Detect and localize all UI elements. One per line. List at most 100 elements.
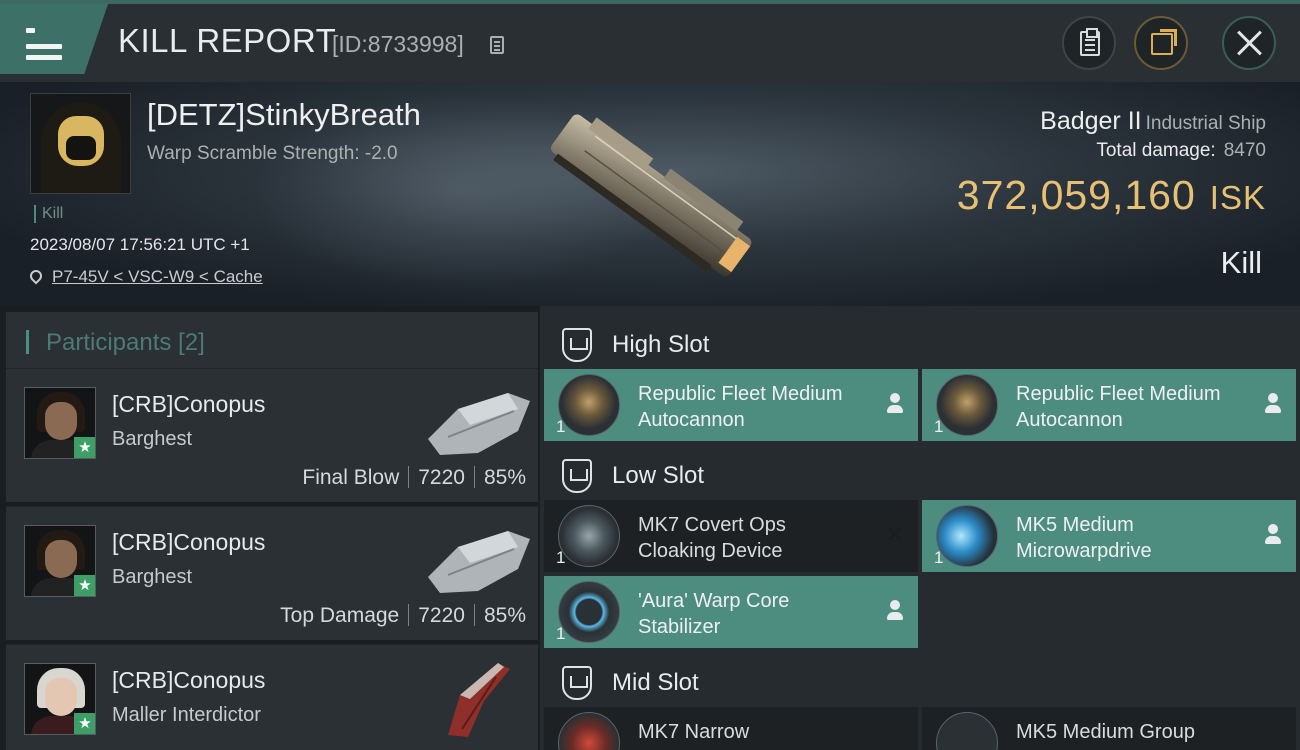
total-damage-label: Total damage:: [1096, 140, 1216, 161]
clipboard-button[interactable]: [1062, 16, 1116, 70]
victim-avatar[interactable]: [30, 93, 131, 194]
report-id: [ID:8733998]: [332, 31, 464, 57]
location-pin-icon: [27, 267, 45, 285]
low-slot-title: Low Slot: [612, 462, 705, 489]
microwarpdrive-icon: [936, 505, 998, 567]
module-item[interactable]: 1 'Aura' Warp Core Stabilizer: [544, 576, 918, 648]
low-slot-icon: [562, 459, 592, 493]
participant-stats: Top Damage 7220 85%: [280, 604, 526, 628]
destroyed-icon: ✕: [885, 522, 904, 547]
module-item[interactable]: 1 MK5 Medium Microwarpdrive: [922, 500, 1296, 572]
kill-tag: Kill: [34, 205, 63, 223]
warp-scramble-strength: Warp Scramble Strength: -2.0: [147, 143, 398, 164]
module-item[interactable]: 1 MK7 Covert Ops Cloaking Device ✕: [544, 500, 918, 572]
header-accent: [26, 330, 29, 354]
mid-slot-header: Mid Slot: [540, 650, 1300, 710]
module-name: MK5 Medium Microwarpdrive: [1016, 514, 1152, 562]
kill-result: Kill: [1220, 245, 1262, 280]
autocannon-icon: [558, 374, 620, 436]
module-name: MK5 Medium Group: [1016, 721, 1195, 743]
mid-slot-title: Mid Slot: [612, 669, 699, 696]
participants-title: Participants [2]: [46, 329, 205, 356]
module-name: MK7 Narrow: [638, 721, 750, 743]
autocannon-icon: [936, 374, 998, 436]
module-quantity: 1: [556, 548, 566, 567]
participant-ship: Maller Interdictor: [112, 704, 261, 726]
module-quantity: 1: [556, 624, 566, 643]
avatar-face: [45, 540, 77, 578]
participant-role: Final Blow: [302, 466, 400, 489]
participant-row[interactable]: ★ [CRB]Conopus Barghest Final Blow 7220 85…: [6, 368, 538, 502]
cloaking-device-icon: [558, 505, 620, 567]
module-item[interactable]: 1 Republic Fleet Medium Autocannon: [922, 369, 1296, 441]
close-button[interactable]: [1222, 16, 1276, 70]
total-damage-value: 8470: [1223, 140, 1266, 161]
participant-avatar[interactable]: ★: [24, 387, 96, 459]
close-icon: [1235, 29, 1263, 57]
star-icon: ★: [74, 437, 95, 458]
participant-row[interactable]: ★ [CRB]Conopus Maller Interdictor: [6, 644, 538, 750]
share-button[interactable]: [1134, 16, 1188, 70]
module-quantity: 1: [934, 417, 944, 436]
warp-core-stabilizer-icon: [558, 581, 620, 643]
high-slot-header: High Slot: [540, 312, 1300, 372]
fitting-panel: High Slot 1 Republic Fleet Medium Autoca…: [540, 306, 1300, 750]
participant-avatar[interactable]: ★: [24, 525, 96, 597]
participants-panel: Participants [2] ★ [CRB]Conopus Barghest…: [0, 306, 540, 750]
module-name: Republic Fleet Medium Autocannon: [638, 383, 843, 431]
pilot-icon: [886, 393, 904, 415]
participant-ship: Barghest: [112, 566, 193, 588]
stat-divider: [408, 466, 410, 488]
menu-icon: [26, 26, 62, 60]
pilot-icon: [886, 600, 904, 622]
participant-ship-image: [428, 531, 530, 593]
module-name: 'Aura' Warp Core Stabilizer: [638, 590, 790, 638]
participant-percent: 85%: [483, 604, 526, 627]
copy-icon[interactable]: [490, 36, 504, 54]
star-icon: ★: [74, 575, 95, 596]
module-icon: [936, 712, 998, 750]
star-icon: ★: [74, 713, 95, 734]
high-slot-icon: [562, 328, 592, 362]
stat-divider: [473, 466, 475, 488]
participant-ship-image: [448, 663, 510, 737]
victim-ship[interactable]: Badger II Industrial Ship: [1040, 107, 1266, 136]
avatar-visor: [58, 116, 104, 166]
pilot-icon: [1264, 524, 1282, 546]
mid-slot-icon: [562, 666, 592, 700]
isk-unit: ISK: [1209, 179, 1266, 216]
participant-avatar[interactable]: ★: [24, 663, 96, 735]
participant-ship: Barghest: [112, 428, 193, 450]
stat-divider: [473, 604, 475, 626]
participant-role: Top Damage: [280, 604, 400, 627]
victim-ship-image: [551, 114, 752, 277]
module-item[interactable]: 1 Republic Fleet Medium Autocannon: [544, 369, 918, 441]
module-name: Republic Fleet Medium Autocannon: [1016, 383, 1221, 431]
pilot-icon: [1264, 393, 1282, 415]
participant-name: [CRB]Conopus: [112, 391, 266, 417]
module-item[interactable]: MK7 Narrow: [544, 707, 918, 750]
module-quantity: 1: [934, 548, 944, 567]
kill-datetime: 2023/08/07 17:56:21 UTC +1: [30, 235, 250, 254]
victim-ship-class: Industrial Ship: [1145, 113, 1266, 134]
stat-divider: [408, 604, 410, 626]
isk-amount: 372,059,160: [956, 172, 1196, 218]
kill-location[interactable]: P7-45V < VSC-W9 < Cache: [27, 267, 263, 287]
low-slot-header: Low Slot: [540, 443, 1300, 503]
share-icon: [1151, 29, 1177, 55]
participant-name: [CRB]Conopus: [112, 667, 266, 693]
menu-button[interactable]: [0, 4, 108, 74]
module-item[interactable]: MK5 Medium Group: [922, 707, 1296, 750]
clipboard-icon: [1080, 28, 1100, 56]
victim-name[interactable]: [DETZ]StinkyBreath: [147, 97, 421, 133]
participant-damage: 7220: [418, 466, 465, 489]
victim-ship-name: Badger II: [1040, 107, 1142, 135]
isk-value: 372,059,160 ISK: [957, 172, 1266, 219]
total-damage: Total damage: 8470: [1096, 140, 1266, 162]
avatar-face: [45, 678, 77, 716]
location-link[interactable]: P7-45V < VSC-W9 < Cache: [52, 267, 263, 286]
top-bar: KILL REPORT [ID:8733998]: [0, 0, 1300, 82]
participant-damage: 7220: [418, 604, 465, 627]
participant-row[interactable]: ★ [CRB]Conopus Barghest Top Damage 7220 85…: [6, 506, 538, 640]
participant-ship-image: [428, 393, 530, 455]
